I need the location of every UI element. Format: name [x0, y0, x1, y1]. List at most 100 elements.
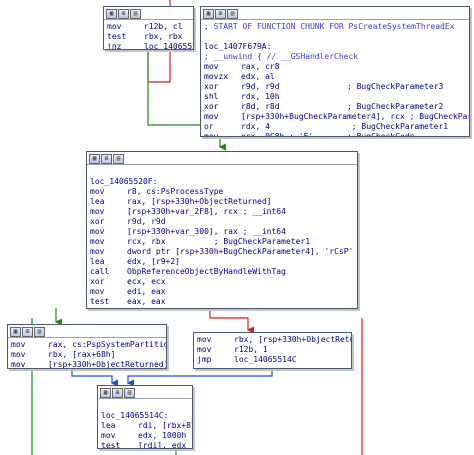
asm-operands: rax, cs:PspSystemPartition — [48, 340, 167, 349]
asm-mnemonic: mov — [90, 247, 105, 256]
code-block-3[interactable]: ▦ ⊞ ▤ loc_14065520F: mov r8, cs:PsProcessT… — [86, 151, 358, 309]
asm-operands: r12b, 1 — [234, 345, 268, 354]
asm-line[interactable]: test eax, eax — [90, 297, 354, 307]
asm-operands: rbx, rbx — [144, 32, 183, 41]
grid-icon[interactable]: ▤ — [113, 154, 124, 164]
asm-line[interactable]: lea edx, [r9+2] — [90, 257, 354, 267]
block-code: mov r12b, cl test rbx, rbx jnz loc_14065520F — [104, 20, 193, 50]
asm-operands: ecx, 0C8h ; 'È' ; BugCheckCode — [241, 132, 415, 137]
asm-line[interactable]: movzx edx, al — [204, 72, 466, 82]
asm-line[interactable]: mov rax, cr8 — [204, 62, 466, 72]
asm-line[interactable]: mov dword ptr [rsp+330h+BugCheckParameter… — [90, 247, 354, 257]
code-block-2[interactable]: ▦ ⊞ ▤ ; START OF FUNCTION CHUNK FOR PsCr… — [200, 6, 470, 137]
block-code: ; START OF FUNCTION CHUNK FOR PsCreateSy… — [201, 20, 469, 137]
asm-mnemonic: test — [90, 297, 110, 306]
asm-line[interactable]: loc_14065514C: — [101, 411, 189, 421]
asm-line[interactable]: ; START OF FUNCTION CHUNK FOR PsCreateSy… — [204, 22, 466, 32]
color-icon[interactable]: ▦ — [106, 9, 117, 19]
asm-operands: [rsp+330h+BugCheckParameter4], rcx ; Bug… — [241, 112, 469, 121]
asm-operands: edx, [r9+2] — [127, 257, 180, 266]
asm-line[interactable]: mov edx, 1000h — [101, 431, 189, 441]
asm-operands: rbx, [rax+68h] — [48, 350, 116, 359]
graph-icon[interactable]: ⊞ — [22, 327, 33, 337]
asm-line[interactable]: mov r12b, cl — [107, 22, 190, 32]
block-title-bar: ▦ ⊞ ▤ — [104, 7, 193, 20]
asm-line[interactable]: test [rdi], edx — [101, 441, 189, 449]
block-code: mov rbx, [rsp+330h+ObjectReturned] mov r12b… — [194, 333, 351, 368]
asm-comment: ; __unwind { // __GSHandlerCheck — [204, 52, 359, 61]
asm-line[interactable]: mov rax, cs:PspSystemPartition — [11, 340, 166, 350]
asm-mnemonic: xor — [90, 217, 105, 226]
graph-icon[interactable]: ⊞ — [215, 9, 226, 19]
asm-operands: [rsp+330h+var_2F8], rcx ; __int64 — [127, 207, 286, 216]
grid-icon[interactable]: ▤ — [34, 327, 45, 337]
code-block-1[interactable]: ▦ ⊞ ▤ mov r12b, cl test rbx, rbx jnz loc_1406… — [103, 6, 194, 50]
asm-line[interactable]: mov rcx, rbx ; BugCheckParameter1 — [90, 237, 354, 247]
asm-line[interactable]: loc_14065520F: — [90, 177, 354, 187]
asm-line[interactable]: mov [rsp+330h+BugCheckParameter4], rcx ; … — [204, 112, 469, 122]
asm-line[interactable] — [101, 401, 189, 411]
asm-line[interactable]: shl rdx, 10h — [204, 92, 466, 102]
code-block-4[interactable]: ▦ ⊞ ▤ mov rax, cs:PspSystemPartition mov rb… — [7, 324, 167, 369]
asm-line[interactable]: mov edi, eax — [90, 287, 354, 297]
asm-mnemonic: lea — [90, 197, 105, 206]
asm-mnemonic: mov — [204, 112, 219, 121]
asm-line[interactable]: loc_1407F679A: — [204, 42, 466, 52]
color-icon[interactable]: ▦ — [89, 154, 100, 164]
asm-line[interactable]: mov [rsp+330h+var_2F8], rcx ; __int64 — [90, 207, 354, 217]
asm-mnemonic: test — [101, 441, 121, 449]
asm-line[interactable]: xor r8d, r8d ; BugCheckParameter2 — [204, 102, 466, 112]
asm-line[interactable]: mov rbx, [rax+68h] — [11, 350, 163, 360]
asm-line[interactable] — [90, 167, 354, 177]
code-block-6[interactable]: ▦ ⊞ ▤ loc_14065514C:leardi, [rbx+87Ch]mo… — [97, 385, 193, 449]
grid-icon[interactable]: ▤ — [227, 9, 238, 19]
asm-line[interactable]: mov rbx, [rsp+330h+ObjectReturned] — [197, 335, 351, 345]
graph-icon[interactable]: ⊞ — [118, 9, 129, 19]
asm-line[interactable]: mov r8, cs:PsProcessType — [90, 187, 354, 197]
asm-operands: rdx, 10h — [241, 92, 280, 101]
asm-mnemonic: jnz — [107, 42, 122, 50]
asm-mnemonic: jmp — [197, 355, 212, 364]
grid-icon[interactable]: ▤ — [124, 388, 135, 398]
block-code: loc_14065520F: mov r8, cs:PsProcessType lea… — [87, 165, 357, 308]
asm-line[interactable]: lea rax, [rsp+330h+ObjectReturned] — [90, 197, 354, 207]
asm-operands: [rdi], edx — [138, 441, 187, 449]
asm-line[interactable] — [204, 32, 466, 42]
color-icon[interactable]: ▦ — [203, 9, 214, 19]
asm-line[interactable]: jsshort loc_1406551E9 — [90, 307, 354, 308]
block-title-bar: ▦ ⊞ ▤ — [8, 325, 166, 338]
asm-line[interactable]: mov [rsp+330h+ObjectReturned], rbx — [11, 360, 166, 368]
color-icon[interactable]: ▦ — [100, 388, 111, 398]
asm-mnemonic: js — [90, 307, 127, 308]
asm-mnemonic: mov — [11, 350, 26, 359]
asm-mnemonic: mov — [90, 227, 105, 236]
asm-line[interactable]: or rdx, 4 ; BugCheckParameter1 — [204, 122, 466, 132]
asm-operands: r8d, r8d ; BugCheckParameter2 — [241, 102, 444, 111]
asm-operands: loc_14065520F — [144, 42, 193, 50]
asm-line[interactable]: mov [rsp+330h+var_300], rax ; __int64 — [90, 227, 354, 237]
asm-line[interactable]: xor r9d, r9d ; BugCheckParameter3 — [204, 82, 466, 92]
asm-line[interactable]: call ObpReferenceObjectByHandleWithTag — [90, 267, 354, 277]
grid-icon[interactable]: ▤ — [130, 9, 141, 19]
color-icon[interactable]: ▦ — [10, 327, 21, 337]
asm-line[interactable]: jmp loc_14065514C — [197, 355, 348, 365]
asm-mnemonic: mov — [90, 187, 105, 196]
graph-icon[interactable]: ⊞ — [112, 388, 123, 398]
asm-label: loc_14065514C: — [101, 411, 169, 420]
asm-mnemonic: lea — [90, 257, 105, 266]
asm-mnemonic: mov — [204, 132, 219, 137]
asm-line[interactable]: mov ecx, 0C8h ; 'È' ; BugCheckCode — [204, 132, 466, 137]
asm-line[interactable]: ; __unwind { // __GSHandlerCheck — [204, 52, 466, 62]
asm-line[interactable]: lea rdi, [rbx+87Ch] — [101, 421, 192, 431]
code-block-5[interactable]: mov rbx, [rsp+330h+ObjectReturned] mov r12b… — [193, 332, 352, 369]
asm-mnemonic: xor — [90, 277, 105, 286]
asm-line[interactable]: xor r9d, r9d — [90, 217, 354, 227]
asm-line[interactable]: mov r12b, 1 — [197, 345, 348, 355]
graph-icon[interactable]: ⊞ — [101, 154, 112, 164]
asm-operands: rdx, 4 ; BugCheckParameter1 — [241, 122, 449, 131]
asm-line[interactable]: jnz loc_14065520F — [107, 42, 193, 50]
asm-line[interactable]: test rbx, rbx — [107, 32, 190, 42]
asm-mnemonic: shl — [204, 92, 219, 101]
asm-operands: r8, cs:PsProcessType — [127, 187, 224, 196]
asm-line[interactable]: xor ecx, ecx — [90, 277, 354, 287]
